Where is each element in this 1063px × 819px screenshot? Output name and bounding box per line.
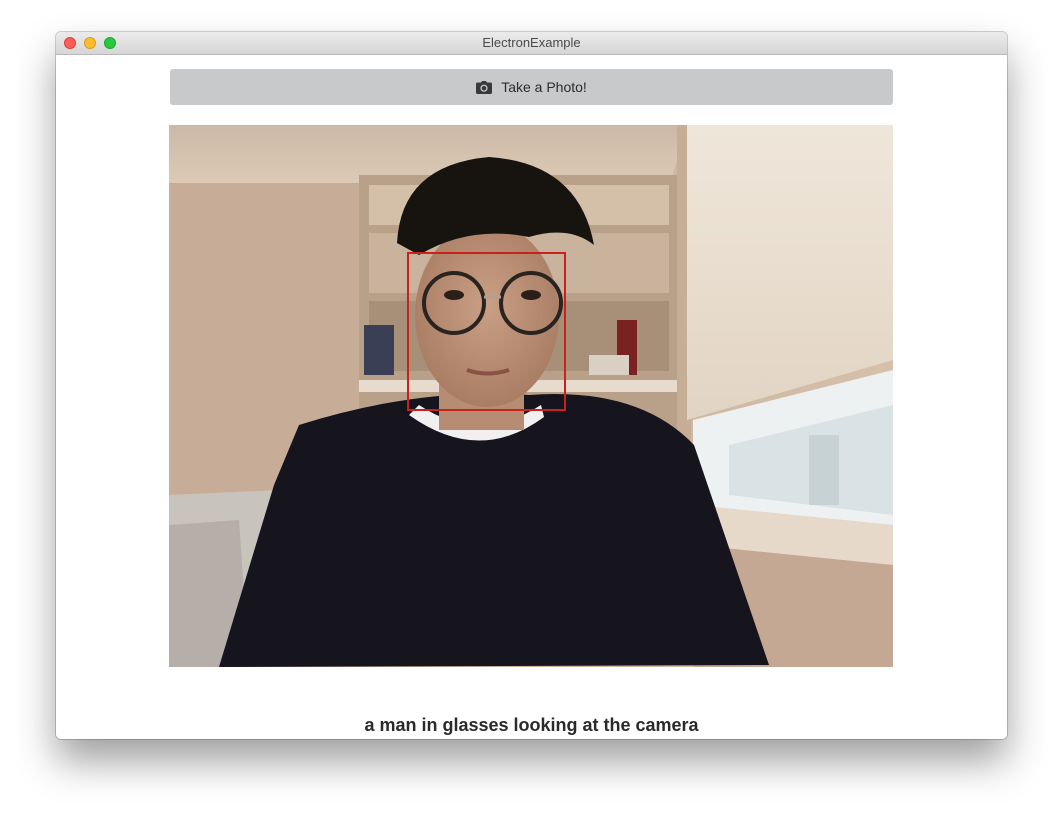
take-photo-label: Take a Photo!: [501, 79, 587, 95]
camera-feed-image: [169, 125, 893, 667]
window-title: ElectronExample: [482, 35, 581, 50]
face-detection-box: [407, 252, 566, 411]
camera-icon: [476, 80, 493, 94]
take-photo-button[interactable]: Take a Photo!: [170, 69, 893, 105]
title-bar[interactable]: ElectronExample: [56, 32, 1007, 55]
main-content: Take a Photo! a man in glasses looking a…: [56, 55, 1007, 739]
image-caption: a man in glasses looking at the camera: [364, 715, 699, 735]
app-window: ElectronExample Take a Photo! a man in g…: [56, 32, 1007, 739]
